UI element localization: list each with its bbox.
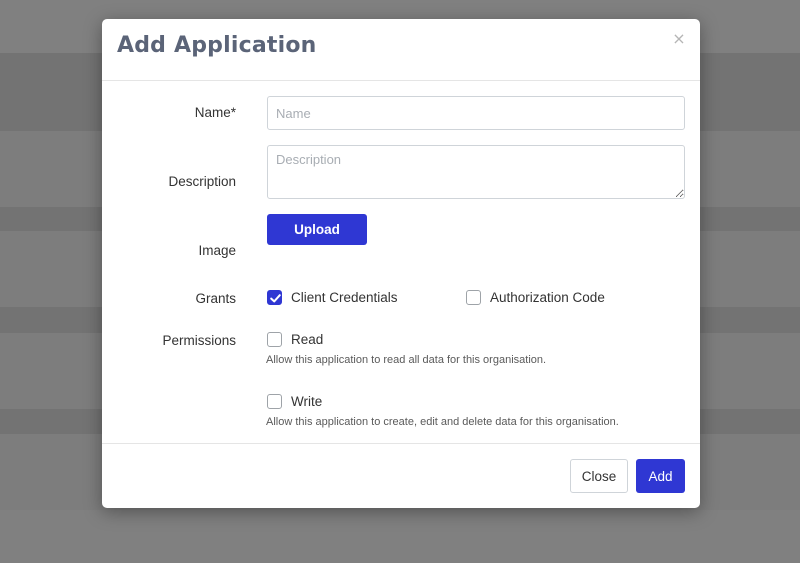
permissions-label: Permissions [162,333,236,348]
checkbox-unchecked-icon[interactable] [466,290,481,305]
permission-read[interactable]: Read [267,332,323,347]
name-label: Name* [194,105,236,120]
modal-title: Add Application [117,33,317,58]
add-button[interactable]: Add [636,459,685,493]
image-label: Image [198,243,236,258]
upload-button[interactable]: Upload [267,214,367,245]
grant-option-label: Client Credentials [291,290,398,305]
checkbox-unchecked-icon[interactable] [267,394,282,409]
close-button[interactable]: Close [570,459,628,493]
grant-option-label: Authorization Code [490,290,605,305]
close-icon[interactable]: × [672,31,686,47]
checkbox-unchecked-icon[interactable] [267,332,282,347]
permission-read-help: Allow this application to read all data … [266,354,547,366]
modal-header: Add Application × [102,19,700,81]
modal-footer: Close Add [102,443,700,508]
grant-client-credentials[interactable]: Client Credentials [267,290,398,305]
name-input[interactable] [267,96,685,130]
permission-option-label: Read [291,332,324,347]
permission-write[interactable]: Write [267,394,322,409]
grant-authorization-code[interactable]: Authorization Code [466,290,605,305]
modal-body: Name* Description Image Upload Grants Cl… [102,81,700,442]
checkbox-checked-icon[interactable] [267,290,282,305]
checkmark-icon [270,294,281,303]
add-application-modal: Add Application × Name* Description Imag… [102,19,700,508]
permission-write-help: Allow this application to create, edit a… [266,416,619,428]
description-label: Description [168,174,236,189]
description-textarea[interactable] [267,145,685,199]
grants-label: Grants [195,291,236,306]
permission-option-label: Write [291,394,323,409]
